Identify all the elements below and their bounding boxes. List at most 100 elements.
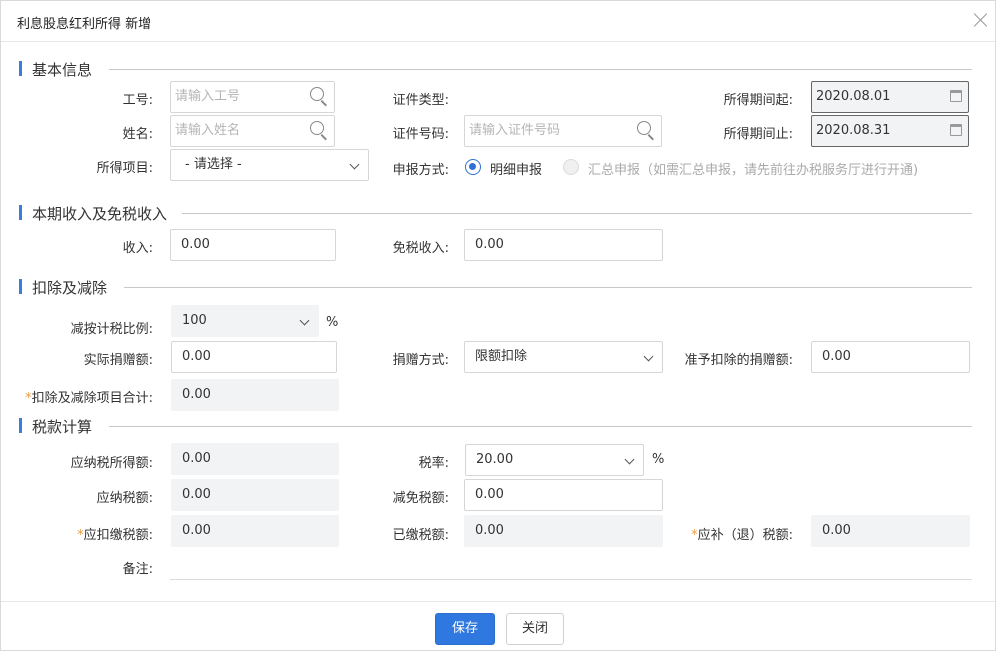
section-divider	[182, 213, 972, 214]
name-label: 姓名:	[122, 127, 153, 142]
section-title: 基本信息	[32, 61, 93, 79]
notes-input[interactable]	[170, 579, 972, 580]
section-divider	[109, 426, 972, 427]
refund-tax-label: *应补（退）税额:	[661, 524, 793, 543]
income-input[interactable]: 0.00	[170, 229, 336, 261]
tax-reduction-input[interactable]: 0.00	[464, 479, 663, 511]
withholding-field: 0.00	[171, 515, 339, 547]
period-start-value: 2020.08.01	[816, 89, 891, 104]
period-start-label: 所得期间起:	[723, 93, 793, 108]
section-basic-info: 基本信息	[19, 59, 974, 79]
deduction-total-field: 0.00	[171, 379, 339, 411]
chevron-down-icon	[624, 454, 635, 465]
search-icon[interactable]	[310, 87, 330, 107]
tax-rate-select[interactable]: 20.00	[465, 444, 644, 476]
save-button[interactable]: 保存	[435, 613, 495, 645]
income-item-value: - 请选择 -	[185, 157, 242, 172]
period-start-field[interactable]: 2020.08.01	[811, 81, 969, 113]
paid-tax-value: 0.00	[475, 523, 504, 538]
deduction-total-label-text: 扣除及减除项目合计:	[31, 391, 153, 406]
refund-tax-field: 0.00	[811, 515, 970, 547]
close-button[interactable]: 关闭	[506, 613, 564, 645]
tax-payable-value: 0.00	[182, 487, 211, 502]
donation-value: 0.00	[182, 349, 211, 364]
donation-method-select[interactable]: 限额扣除	[464, 341, 663, 373]
deduction-total-value: 0.00	[182, 387, 211, 402]
tax-free-label: 免税收入:	[392, 241, 449, 256]
period-end-value: 2020.08.31	[816, 123, 891, 138]
withholding-label-text: 应扣缴税额:	[83, 528, 153, 543]
section-marker	[19, 418, 22, 433]
donation-method-label: 捐赠方式:	[392, 353, 449, 368]
calendar-icon[interactable]	[950, 90, 962, 102]
tax-ratio-select[interactable]: 100	[171, 305, 319, 337]
section-divider	[124, 287, 972, 288]
section-title: 本期收入及免税收入	[32, 205, 168, 223]
chevron-down-icon	[643, 351, 654, 362]
footer-divider	[1, 601, 995, 602]
donation-label: 实际捐赠额:	[83, 353, 153, 368]
dialog-titlebar: 利息股息红利所得 新增	[1, 1, 995, 42]
chevron-down-icon	[299, 315, 310, 326]
period-end-field[interactable]: 2020.08.31	[811, 115, 969, 147]
allowed-donation-value: 0.00	[822, 349, 851, 364]
taxable-income-value: 0.00	[182, 451, 211, 466]
radio-summary-declare[interactable]	[563, 159, 579, 175]
withholding-label: *应扣缴税额:	[41, 524, 153, 543]
tax-ratio-label: 减按计税比例:	[70, 322, 153, 337]
section-tax: 税款计算	[19, 416, 974, 436]
paid-tax-label: 已缴税额:	[392, 528, 449, 543]
tax-ratio-value: 100	[182, 313, 207, 328]
tax-free-input[interactable]: 0.00	[464, 229, 663, 261]
dialog-title: 利息股息红利所得 新增	[17, 17, 152, 32]
section-income: 本期收入及免税收入	[19, 203, 974, 223]
section-marker	[19, 205, 22, 220]
tax-reduction-value: 0.00	[475, 487, 504, 502]
income-value: 0.00	[181, 237, 210, 252]
tax-payable-field: 0.00	[171, 479, 339, 511]
radio-detail-declare[interactable]	[465, 159, 481, 175]
declare-method-label: 申报方式:	[392, 163, 449, 178]
search-icon[interactable]	[310, 121, 330, 141]
donation-input[interactable]: 0.00	[171, 341, 337, 373]
tax-reduction-label: 减免税额:	[392, 491, 449, 506]
tax-free-value: 0.00	[475, 237, 504, 252]
name-placeholder: 请输入姓名	[175, 123, 241, 138]
id-type-label: 证件类型:	[392, 93, 449, 108]
taxable-income-label: 应纳税所得额:	[70, 456, 153, 471]
id-number-label: 证件号码:	[392, 127, 449, 142]
refund-tax-value: 0.00	[822, 523, 851, 538]
refund-tax-label-text: 应补（退）税额:	[697, 528, 793, 543]
allowed-donation-input[interactable]: 0.00	[811, 341, 970, 373]
search-icon[interactable]	[637, 121, 657, 141]
tax-ratio-unit: %	[326, 315, 339, 330]
radio-detail-declare-label[interactable]: 明细申报	[490, 159, 542, 178]
id-number-placeholder: 请输入证件号码	[469, 123, 561, 138]
section-title: 扣除及减除	[32, 279, 108, 297]
calendar-icon[interactable]	[950, 124, 962, 136]
tax-rate-unit: %	[652, 452, 665, 467]
radio-summary-declare-label[interactable]: 汇总申报（如需汇总申报，请先前往办税服务厅进行开通)	[588, 159, 918, 178]
tax-payable-label: 应纳税额:	[96, 491, 153, 506]
id-number-input[interactable]: 请输入证件号码	[464, 115, 662, 147]
period-end-label: 所得期间止:	[723, 127, 793, 142]
section-deduction: 扣除及减除	[19, 277, 974, 297]
close-icon[interactable]	[972, 11, 990, 29]
donation-method-value: 限额扣除	[475, 349, 528, 364]
deduction-total-label: *扣除及减除项目合计:	[5, 387, 153, 406]
dialog: 利息股息红利所得 新增 基本信息 工号: 请输入工号 证件类型: 所得期间起: …	[0, 0, 996, 651]
tax-rate-label: 税率:	[418, 456, 449, 471]
income-label: 收入:	[122, 241, 153, 256]
employee-id-label: 工号:	[122, 93, 153, 108]
name-input[interactable]: 请输入姓名	[170, 115, 335, 147]
section-marker	[19, 61, 22, 76]
income-item-label: 所得项目:	[96, 161, 153, 176]
section-marker	[19, 279, 22, 294]
employee-id-input[interactable]: 请输入工号	[170, 81, 335, 113]
allowed-donation-label: 准予扣除的捐赠额:	[684, 353, 793, 368]
paid-tax-field: 0.00	[464, 515, 663, 547]
tax-rate-value: 20.00	[476, 452, 514, 467]
section-divider	[109, 69, 972, 70]
taxable-income-field: 0.00	[171, 443, 339, 475]
withholding-value: 0.00	[182, 523, 211, 538]
